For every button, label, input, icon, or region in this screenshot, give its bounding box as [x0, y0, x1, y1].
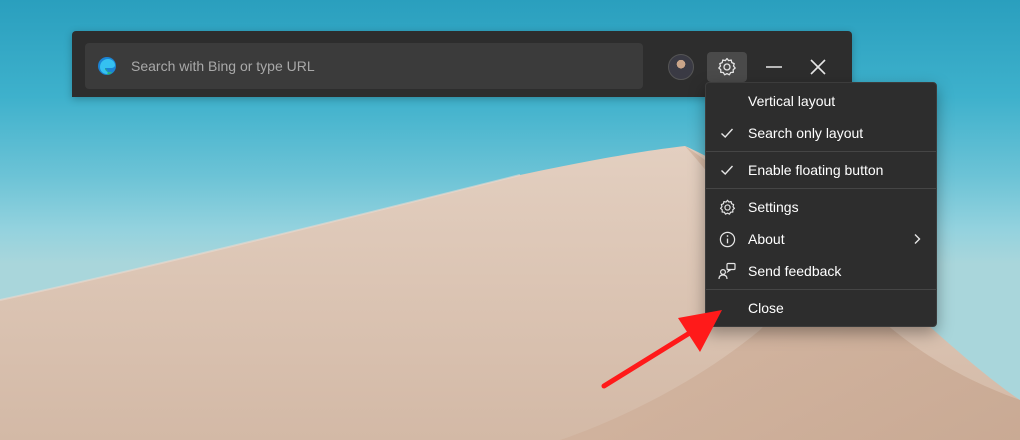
menu-item-close[interactable]: Close — [706, 292, 936, 324]
settings-menu: Vertical layout Search only layout Enabl… — [705, 82, 937, 327]
menu-separator — [706, 151, 936, 152]
search-box[interactable] — [85, 43, 643, 89]
minimize-button[interactable] — [756, 52, 792, 82]
menu-separator — [706, 188, 936, 189]
menu-separator — [706, 289, 936, 290]
gear-icon — [718, 57, 736, 76]
gear-icon — [718, 198, 736, 216]
info-icon — [718, 230, 736, 248]
menu-item-label: About — [748, 231, 785, 247]
menu-item-settings[interactable]: Settings — [706, 191, 936, 223]
menu-item-enable-floating-button[interactable]: Enable floating button — [706, 154, 936, 186]
menu-item-about[interactable]: About — [706, 223, 936, 255]
chevron-right-icon — [914, 234, 921, 244]
search-input[interactable] — [129, 57, 633, 75]
menu-item-label: Close — [748, 300, 784, 316]
menu-item-label: Settings — [748, 199, 799, 215]
edge-logo-icon — [98, 57, 116, 75]
minimize-icon — [766, 66, 782, 68]
menu-item-label: Send feedback — [748, 263, 842, 279]
close-window-button[interactable] — [800, 52, 836, 82]
menu-item-search-only-layout[interactable]: Search only layout — [706, 117, 936, 149]
menu-item-label: Vertical layout — [748, 93, 836, 109]
checkmark-icon — [718, 161, 736, 179]
checkmark-icon — [718, 124, 736, 142]
settings-button[interactable] — [707, 52, 747, 82]
feedback-icon — [718, 262, 736, 280]
menu-item-label: Search only layout — [748, 125, 864, 141]
close-icon — [810, 59, 826, 75]
menu-item-label: Enable floating button — [748, 162, 884, 178]
profile-avatar[interactable] — [668, 54, 694, 80]
menu-item-send-feedback[interactable]: Send feedback — [706, 255, 936, 287]
menu-item-vertical-layout[interactable]: Vertical layout — [706, 85, 936, 117]
